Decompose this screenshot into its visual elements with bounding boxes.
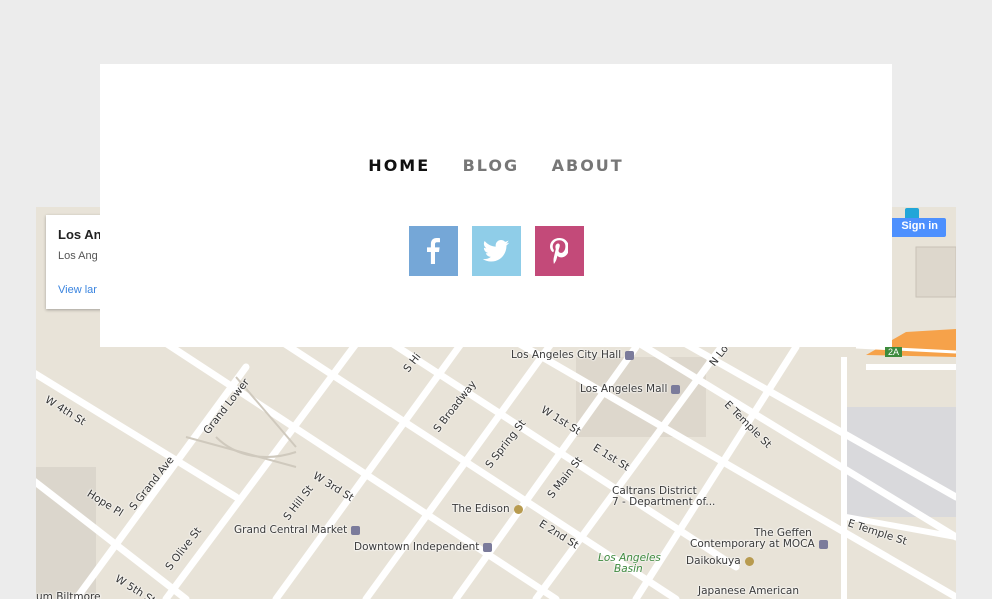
poi-label[interactable]: Los Angeles Mall: [580, 383, 681, 395]
twitter-icon: [482, 240, 510, 262]
sign-in-label: Sign in: [901, 220, 938, 232]
header-card: HOME BLOG ABOUT: [100, 64, 892, 347]
shopping-cart-icon: [351, 525, 361, 535]
poi-label[interactable]: Downtown Independent: [354, 541, 493, 553]
nav-about[interactable]: ABOUT: [552, 156, 624, 175]
poi-label[interactable]: Los Angeles City Hall: [511, 349, 635, 361]
poi-label[interactable]: 7 - Department of...: [612, 496, 715, 508]
poi-label[interactable]: The Edison: [452, 503, 523, 515]
nav-home[interactable]: HOME: [368, 156, 430, 175]
poi-label[interactable]: Japanese American: [698, 585, 799, 597]
nav-blog[interactable]: BLOG: [463, 156, 520, 175]
restaurant-icon: [744, 556, 754, 566]
pinterest-icon: [550, 238, 568, 264]
cinema-icon: [483, 542, 493, 552]
pinterest-button[interactable]: [534, 226, 584, 276]
landmark-icon: [625, 350, 635, 360]
bar-icon: [513, 504, 523, 514]
social-links: [100, 226, 892, 276]
facebook-icon: [427, 238, 440, 264]
shopping-icon: [671, 384, 681, 394]
twitter-button[interactable]: [471, 226, 521, 276]
freeway-exit-badge: 2A: [885, 347, 903, 357]
poi-label[interactable]: Contemporary at MOCA: [690, 538, 828, 550]
area-label: Basin: [614, 563, 643, 575]
main-nav: HOME BLOG ABOUT: [100, 156, 892, 176]
poi-label[interactable]: um Biltmore: [36, 591, 101, 599]
poi-label[interactable]: Daikokuya: [686, 555, 754, 567]
facebook-button[interactable]: [408, 226, 458, 276]
museum-icon: [818, 539, 828, 549]
poi-label[interactable]: Grand Central Market: [234, 524, 361, 536]
